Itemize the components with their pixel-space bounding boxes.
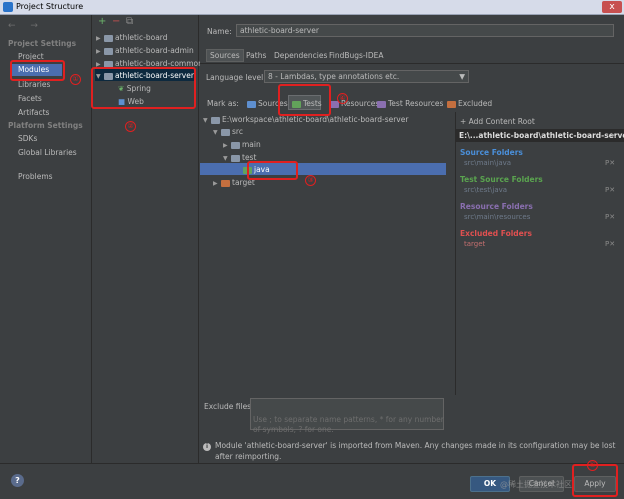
collapse-arrow-icon[interactable]: ▼: [203, 117, 211, 124]
tree-node-src[interactable]: ▼ src: [213, 127, 243, 136]
resource-folder-value: src\main\resources: [464, 213, 531, 221]
nav-item-facets[interactable]: Facets: [18, 94, 42, 103]
content-root-node[interactable]: ▼ E:\workspace\athletic-board\athletic-bo…: [203, 115, 408, 124]
module-name-field[interactable]: athletic-board-server: [236, 24, 614, 37]
annotation-box-tests: [278, 84, 331, 116]
module-item-admin[interactable]: ▶ athletic-board-admin: [96, 46, 194, 55]
resource-folder-actions[interactable]: P✕: [605, 213, 615, 221]
test-folders-header: Test Source Folders: [460, 175, 543, 184]
nav-item-global-libraries[interactable]: Global Libraries: [18, 148, 77, 157]
annotation-3: ③: [305, 175, 316, 186]
nav-item-sdks[interactable]: SDKs: [18, 134, 37, 143]
folder-icon: [231, 141, 240, 149]
mark-test-resources-button[interactable]: Test Resources: [377, 99, 443, 108]
info-icon: i: [203, 443, 211, 451]
language-level-select[interactable]: 8 - Lambdas, type annotations etc. ▼: [264, 70, 469, 83]
module-folder-icon: [104, 34, 113, 42]
annotation-box-module: [91, 67, 196, 109]
tab-dependencies[interactable]: Dependencies: [274, 51, 327, 60]
remove-root-icon[interactable]: ✕: [610, 131, 617, 140]
expand-arrow-icon[interactable]: ▶: [223, 142, 231, 149]
app-icon: [3, 2, 13, 12]
tab-findbugs[interactable]: FindBugs-IDEA: [329, 51, 384, 60]
window-title: Project Structure: [16, 2, 84, 11]
annotation-2: ②: [125, 121, 136, 132]
mark-excluded-button[interactable]: Excluded: [447, 99, 492, 108]
source-folder-icon: [247, 100, 256, 108]
test-folder-actions[interactable]: P✕: [605, 186, 615, 194]
annotation-1: ①: [70, 74, 81, 85]
exclude-files-label: Exclude files:: [204, 402, 254, 411]
nav-item-artifacts[interactable]: Artifacts: [18, 108, 49, 117]
title-bar: Project Structure x: [0, 0, 624, 15]
excluded-folder-value: target: [464, 240, 486, 248]
excluded-folder-icon: [447, 100, 456, 108]
content-root-path: E:\...athletic-board\athletic-board-serv…: [456, 129, 624, 142]
annotation-box-java: [247, 161, 298, 180]
folder-icon: [231, 154, 240, 162]
exclude-files-hint: Use ; to separate name patterns, * for a…: [253, 415, 444, 434]
chevron-down-icon: ▼: [459, 72, 465, 81]
excluded-folder-icon: [221, 179, 230, 187]
annotation-5: ⑤: [587, 460, 598, 471]
tab-sources[interactable]: Sources: [206, 49, 244, 62]
source-folder-actions[interactable]: P✕: [605, 159, 615, 167]
module-folder-icon: [104, 47, 113, 55]
mark-as-label: Mark as:: [207, 99, 239, 108]
add-content-root-link[interactable]: + Add Content Root: [460, 117, 535, 126]
tree-node-main[interactable]: ▶ main: [223, 140, 261, 149]
tab-paths[interactable]: Paths: [246, 51, 266, 60]
excluded-folder-actions[interactable]: P✕: [605, 240, 615, 248]
expand-arrow-icon[interactable]: ▶: [96, 35, 104, 42]
project-settings-header: Project Settings: [8, 39, 77, 48]
nav-arrows[interactable]: ← →: [8, 21, 44, 31]
annotation-4: ④: [337, 93, 348, 104]
selected-row-highlight: [200, 163, 446, 175]
collapse-arrow-icon[interactable]: ▼: [213, 129, 221, 136]
test-resource-folder-icon: [377, 100, 386, 108]
help-button[interactable]: ?: [11, 474, 24, 487]
expand-arrow-icon[interactable]: ▶: [213, 180, 221, 187]
source-folders-header: Source Folders: [460, 148, 523, 157]
close-button[interactable]: x: [602, 1, 622, 13]
excluded-folders-header: Excluded Folders: [460, 229, 532, 238]
language-level-label: Language level:: [206, 73, 266, 82]
test-folder-value: src\test\java: [464, 186, 508, 194]
platform-settings-header: Platform Settings: [8, 121, 83, 130]
tabs-divider: [200, 63, 624, 64]
source-folder-value: src\main\java: [464, 159, 512, 167]
watermark: @稀土掘金技术社区: [500, 480, 572, 489]
remove-module-icon[interactable]: −: [112, 16, 120, 27]
resource-folders-header: Resource Folders: [460, 202, 533, 211]
copy-module-icon[interactable]: ⧉: [126, 16, 133, 27]
module-item-athletic-board[interactable]: ▶ athletic-board: [96, 33, 168, 42]
add-module-icon[interactable]: +: [98, 16, 106, 27]
maven-info-message: Module 'athletic-board-server' is import…: [215, 441, 616, 461]
collapse-arrow-icon[interactable]: ▼: [223, 155, 231, 162]
nav-item-problems[interactable]: Problems: [18, 172, 53, 181]
folder-icon: [221, 128, 230, 136]
annotation-box-modules: [10, 60, 65, 81]
name-label: Name:: [207, 27, 232, 36]
expand-arrow-icon[interactable]: ▶: [96, 48, 104, 55]
nav-item-libraries[interactable]: Libraries: [18, 80, 50, 89]
folder-icon: [211, 116, 220, 124]
